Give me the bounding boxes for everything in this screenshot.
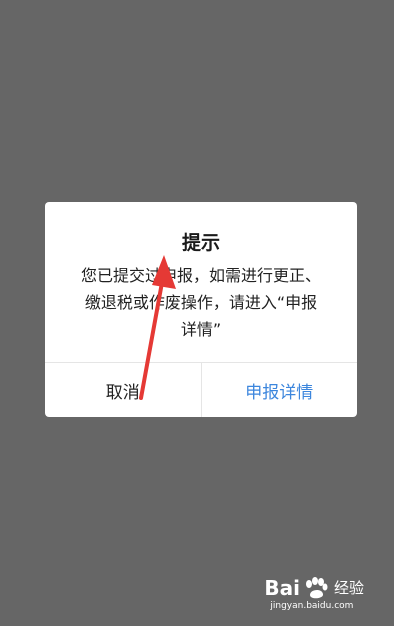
dialog-message-line: 您已提交过申报，如需进行更正、: [80, 266, 321, 285]
dialog-message-line: 缴退税或作废操作，请进入“申报: [84, 293, 318, 312]
dialog-title: 提示: [181, 232, 220, 254]
watermark-brand-left: Bai: [264, 576, 300, 600]
dialog-message: 您已提交过申报，如需进行更正、 缴退税或作废操作，请进入“申报 详情”: [63, 262, 339, 343]
cancel-button[interactable]: 取消: [45, 363, 202, 417]
watermark-brand-right: 经验: [333, 579, 364, 597]
baidu-jingyan-watermark: Bai 经验 jingyan.baidu.com: [264, 576, 364, 612]
screen: 提示 您已提交过申报，如需进行更正、 缴退税或作废操作，请进入“申报 详情” 取…: [0, 0, 394, 626]
baidu-paw-icon: [305, 577, 328, 599]
dialog-footer: 取消 申报详情: [45, 362, 357, 417]
dialog-message-line: 详情”: [180, 320, 222, 339]
declaration-details-button[interactable]: 申报详情: [202, 363, 358, 417]
alert-dialog: 提示 您已提交过申报，如需进行更正、 缴退税或作废操作，请进入“申报 详情” 取…: [45, 202, 357, 417]
watermark-url: jingyan.baidu.com: [270, 601, 354, 611]
